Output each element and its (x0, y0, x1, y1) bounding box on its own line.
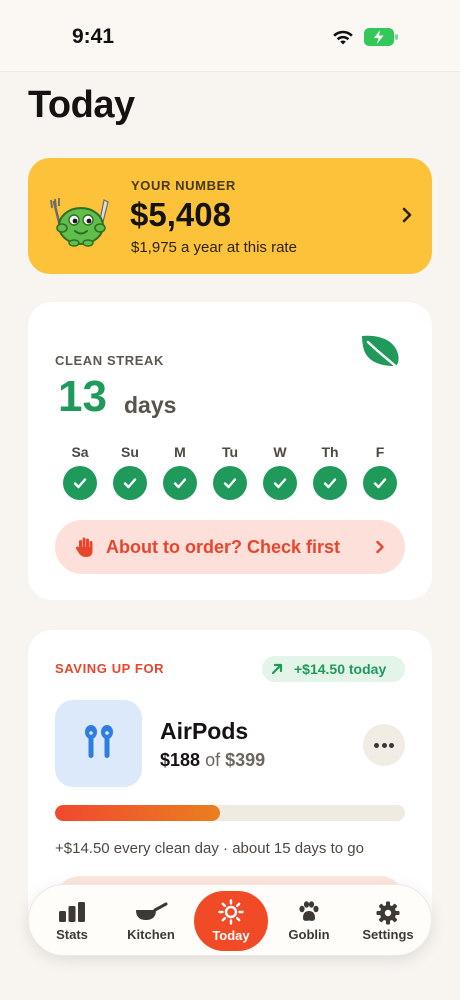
product-name: AirPods (160, 718, 249, 744)
product-tile (55, 700, 142, 787)
checkmark-icon (163, 466, 197, 500)
day-thursday: Th (310, 444, 350, 500)
more-dot (374, 743, 379, 748)
bar-chart-icon (59, 902, 85, 922)
today-gain-text: +$14.50 today (294, 661, 387, 677)
leaf-icon (362, 335, 400, 370)
tab-settings[interactable]: Settings (351, 885, 425, 957)
sun-icon (218, 899, 244, 925)
day-wednesday: W (260, 444, 300, 500)
checkmark-icon (263, 466, 297, 500)
checkmark-icon (63, 466, 97, 500)
your-number-value: $5,408 (130, 196, 231, 233)
tab-kitchen[interactable]: Kitchen (114, 885, 188, 957)
tab-label: Goblin (288, 927, 330, 942)
tab-label: Today (212, 928, 250, 943)
today-gain-badge: +$14.50 today (262, 656, 405, 682)
checkmark-icon (363, 466, 397, 500)
status-bar: 9:41 (0, 0, 460, 72)
tab-stats[interactable]: Stats (35, 885, 109, 957)
status-time: 9:41 (72, 25, 115, 48)
day-letter: W (273, 444, 287, 460)
streak-unit: days (124, 392, 177, 418)
your-number-label: YOUR NUMBER (131, 178, 236, 193)
more-dot (389, 743, 394, 748)
day-letter: Th (321, 444, 339, 460)
raised-hand-icon (75, 537, 93, 557)
checkmark-icon (213, 466, 247, 500)
tab-goblin[interactable]: Goblin (272, 885, 346, 957)
tab-today[interactable]: Today (194, 891, 268, 951)
goblin-mascot-icon (50, 198, 109, 247)
more-options-button[interactable] (363, 724, 405, 766)
streak-count: 13 (58, 372, 107, 421)
day-letter: Tu (221, 444, 239, 460)
paw-icon (299, 901, 319, 921)
tab-label: Stats (56, 927, 88, 942)
savings-progress-bar (55, 805, 405, 821)
day-tuesday: Tu (210, 444, 250, 500)
saving-up-label: SAVING UP FOR (55, 661, 165, 676)
day-letter: Sa (71, 444, 89, 460)
product-price: $188 of $399 (160, 750, 265, 771)
battery-icon (364, 28, 398, 46)
check-first-label: About to order? Check first (106, 537, 341, 557)
checkmark-icon (313, 466, 347, 500)
day-friday: F (360, 444, 400, 500)
tab-label: Settings (362, 927, 414, 942)
chevron-right-icon (376, 540, 384, 554)
goal-amount: $399 (225, 750, 266, 770)
savings-progress-fill (55, 805, 220, 821)
tab-bar: Stats Kitchen Today Goblin Settings (28, 884, 432, 956)
chevron-right-icon (402, 207, 412, 223)
day-letter: M (174, 444, 186, 460)
saving-note: +$14.50 every clean day · about 15 days … (55, 840, 364, 857)
day-saturday: Sa (60, 444, 100, 500)
of-text: of (205, 750, 221, 770)
gear-icon (376, 901, 400, 925)
saved-amount: $188 (160, 750, 201, 770)
more-dot (381, 743, 387, 748)
airpods-icon (85, 725, 113, 758)
checkmark-icon (113, 466, 147, 500)
page-title: Today (28, 84, 135, 126)
arrow-up-right-icon (271, 663, 283, 675)
check-first-button[interactable]: About to order? Check first (55, 520, 405, 574)
your-number-card[interactable]: YOUR NUMBER $5,408 $1,975 a year at this… (28, 158, 432, 274)
tab-label: Kitchen (127, 927, 175, 942)
day-letter: F (375, 444, 385, 460)
your-number-subtext: $1,975 a year at this rate (131, 239, 297, 256)
pan-icon (136, 902, 168, 920)
day-letter: Su (121, 444, 139, 460)
wifi-icon (333, 30, 353, 45)
day-sunday: Su (110, 444, 150, 500)
streak-label: CLEAN STREAK (55, 353, 165, 368)
day-monday: M (160, 444, 200, 500)
clean-streak-card: CLEAN STREAK 13 days Sa Su M Tu W Th F A… (28, 302, 432, 600)
